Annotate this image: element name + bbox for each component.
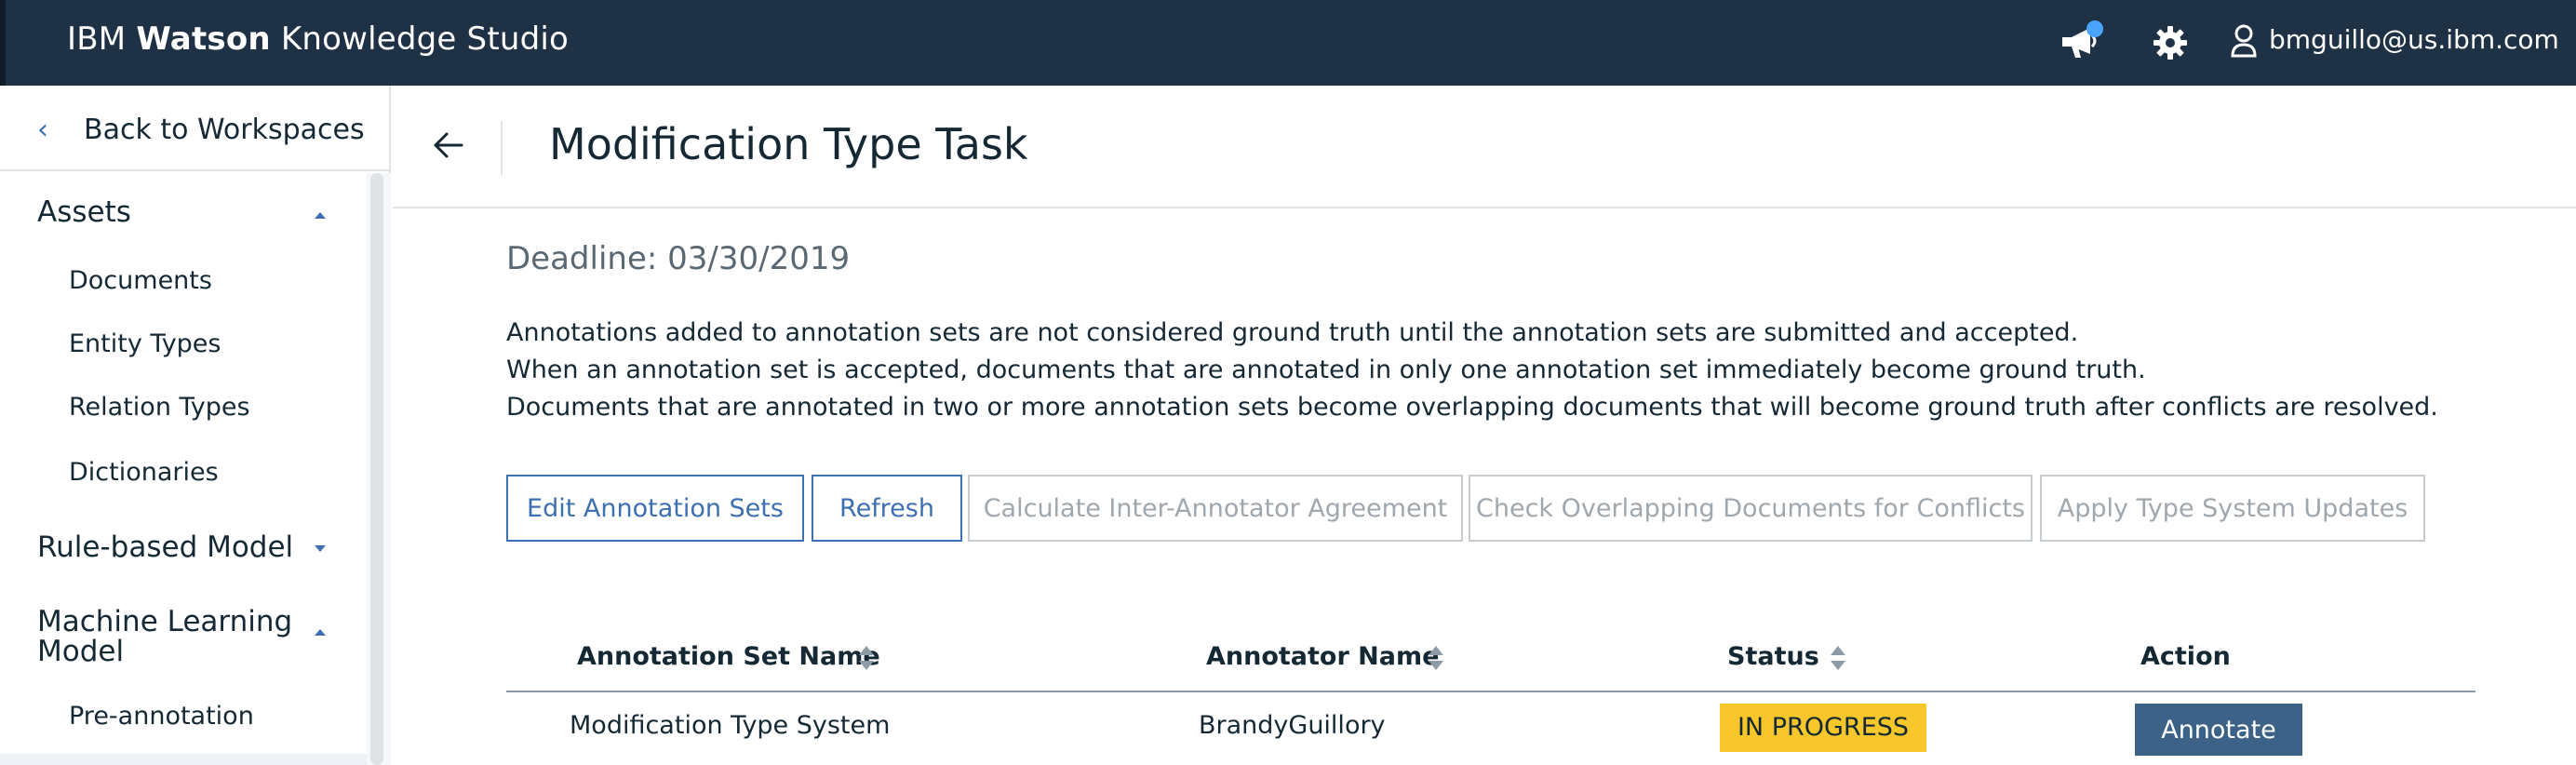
cell-annotation-set-name[interactable]: Modification Type System [570, 711, 890, 740]
sidebar-item-pre-annotation[interactable]: Pre-annotation [69, 702, 254, 731]
app-brand[interactable]: IBM Watson Knowledge Studio [67, 20, 569, 58]
main-content: Modification Type Task Deadline: 03/30/2… [393, 86, 2576, 765]
brand-suffix: Knowledge Studio [280, 20, 570, 58]
sidebar-item-documents[interactable]: Documents [69, 266, 212, 295]
page-title: Modification Type Task [549, 119, 1028, 169]
apply-type-system-updates-button[interactable]: Apply Type System Updates [2040, 475, 2425, 542]
description-line-3: Documents that are annotated in two or m… [506, 393, 2438, 422]
edit-annotation-sets-button[interactable]: Edit Annotation Sets [506, 475, 804, 542]
cell-annotator-name: BrandyGuillory [1199, 711, 1386, 740]
chevron-up-icon[interactable] [315, 629, 326, 636]
chevron-up-icon[interactable] [315, 212, 326, 219]
deadline-text: Deadline: 03/30/2019 [506, 240, 851, 277]
check-overlapping-documents-button[interactable]: Check Overlapping Documents for Conflict… [1469, 475, 2033, 542]
sort-icon[interactable] [1830, 644, 1846, 672]
sidebar-section-ml-model-line2[interactable]: Model [37, 635, 124, 668]
refresh-button[interactable]: Refresh [812, 475, 962, 542]
sort-icon[interactable] [1428, 644, 1444, 672]
sidebar-section-assets[interactable]: Assets [37, 195, 131, 229]
column-header-status[interactable]: Status [1727, 642, 1819, 671]
gear-icon[interactable] [2152, 24, 2189, 61]
user-icon[interactable] [2230, 22, 2258, 60]
user-email[interactable]: bmguillo@us.ibm.com [2269, 24, 2559, 55]
column-header-annotation-set-name[interactable]: Annotation Set Name [577, 642, 880, 671]
column-header-action: Action [2140, 642, 2231, 671]
sidebar-section-rule-based-model[interactable]: Rule-based Model [37, 530, 293, 564]
back-to-workspaces-label: Back to Workspaces [84, 114, 365, 146]
description-line-1: Annotations added to annotation sets are… [506, 318, 2079, 347]
sidebar-item-entity-types[interactable]: Entity Types [69, 329, 221, 358]
column-header-annotator-name[interactable]: Annotator Name [1206, 642, 1439, 671]
annotate-button[interactable]: Annotate [2135, 704, 2302, 756]
back-to-workspaces-link[interactable]: ‹ Back to Workspaces [0, 86, 391, 171]
header-divider [501, 121, 503, 175]
sidebar-item-dictionaries[interactable]: Dictionaries [69, 458, 219, 487]
brand-bold: Watson [136, 20, 271, 58]
sort-icon[interactable] [858, 644, 875, 672]
page-header: Modification Type Task [393, 86, 2576, 208]
sidebar-item-selected-highlight [0, 754, 367, 765]
chevron-left-icon: ‹ [37, 114, 48, 146]
table-header-divider [506, 691, 2475, 692]
top-bar: IBM Watson Knowledge Studio bmguillo@us.… [0, 0, 2576, 86]
calculate-iaa-button[interactable]: Calculate Inter-Annotator Agreement [968, 475, 1463, 542]
sidebar-nav-list: Assets Documents Entity Types Relation T… [0, 173, 367, 765]
megaphone-icon[interactable] [2059, 20, 2103, 61]
brand-prefix: IBM [67, 20, 127, 58]
sidebar-item-relation-types[interactable]: Relation Types [69, 393, 250, 422]
description-line-2: When an annotation set is accepted, docu… [506, 356, 2146, 384]
arrow-left-icon[interactable] [430, 127, 467, 164]
window-edge [0, 0, 6, 86]
status-badge: IN PROGRESS [1720, 704, 1926, 752]
notification-badge [2086, 20, 2103, 37]
sidebar: ‹ Back to Workspaces Assets Documents En… [0, 86, 391, 765]
sidebar-section-ml-model[interactable]: Machine Learning [37, 605, 292, 638]
sidebar-nav: Assets Documents Entity Types Relation T… [0, 173, 391, 765]
sidebar-scrollbar[interactable] [370, 173, 383, 765]
chevron-down-icon[interactable] [315, 545, 326, 552]
